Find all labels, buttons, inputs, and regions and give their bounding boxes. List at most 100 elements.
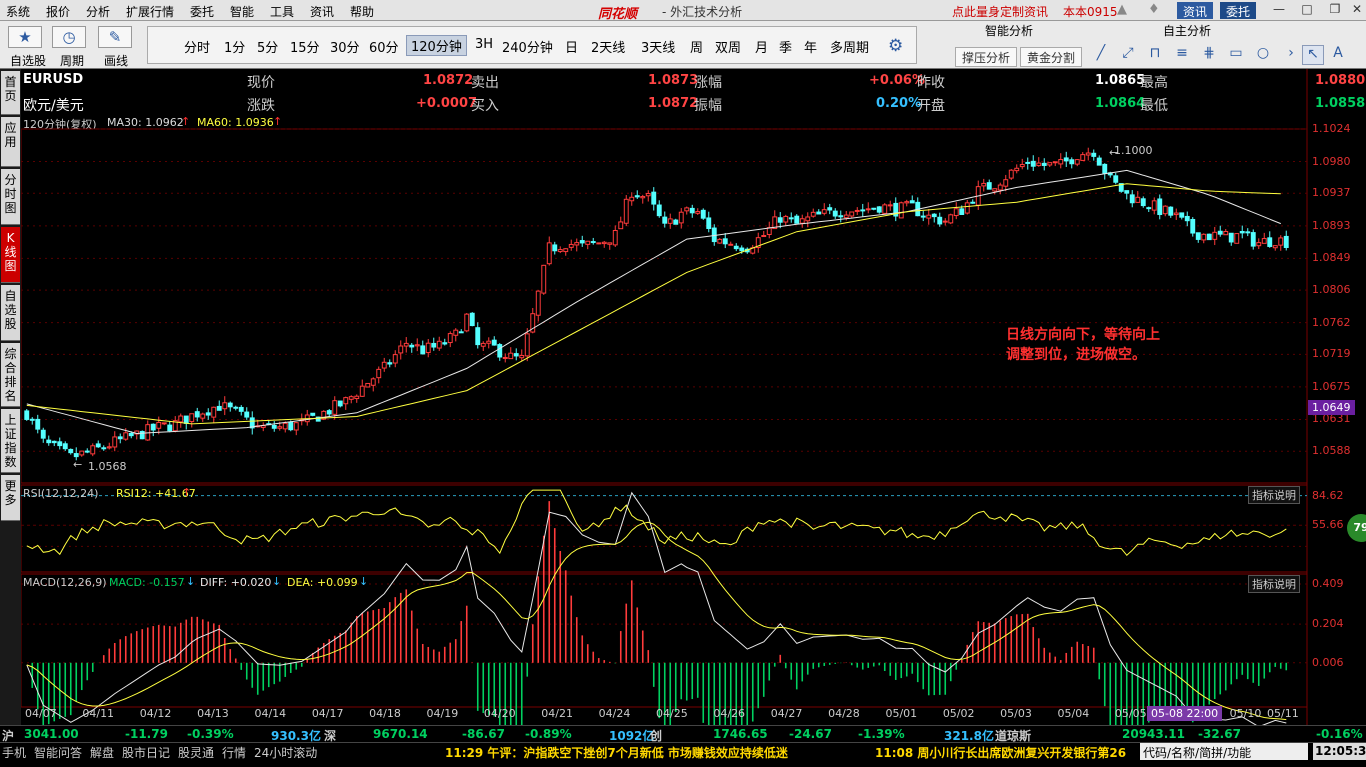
period-day[interactable]: 日: [565, 37, 578, 56]
tab-custom-analysis[interactable]: 自主分析: [1163, 22, 1211, 39]
period-1m[interactable]: 1分: [224, 37, 245, 56]
period-5m[interactable]: 5分: [257, 37, 278, 56]
candle-body: [425, 342, 431, 354]
candle-body: [1014, 167, 1020, 172]
menu-smart[interactable]: 智能: [230, 3, 254, 20]
period-multi[interactable]: 多周期: [830, 37, 869, 56]
rsi-up-arrow-icon: ↑: [182, 486, 192, 499]
menu-bar: 系统 报价 分析 扩展行情 委托 智能 工具 资讯 帮助 同花顺 - 外汇技术分…: [0, 0, 1366, 22]
unlock-link[interactable]: 解盘: [90, 744, 114, 761]
close-icon[interactable]: ✕: [1346, 2, 1366, 19]
candle-body: [904, 201, 910, 204]
diff-down-arrow-icon: ↓: [272, 575, 282, 588]
draw-label[interactable]: 画线: [104, 52, 128, 69]
menu-news[interactable]: 资讯: [310, 3, 334, 20]
macd-explain-button[interactable]: 指标说明: [1248, 575, 1300, 593]
restore-icon[interactable]: ❐: [1324, 2, 1346, 19]
sidebar-item-kline[interactable]: K线图: [1, 227, 20, 283]
candle-body: [535, 290, 541, 316]
date-tick-label: 05/02: [942, 707, 975, 720]
menu-quote[interactable]: 报价: [46, 3, 70, 20]
sidebar-item-more[interactable]: 更多: [1, 475, 20, 521]
support-resistance-button[interactable]: 撑压分析: [955, 47, 1018, 67]
period-120m[interactable]: 120分钟: [406, 35, 467, 56]
golden-section-button[interactable]: 黄金分割: [1020, 47, 1083, 67]
period-240m[interactable]: 240分钟: [502, 37, 553, 56]
period-month[interactable]: 月: [755, 37, 768, 56]
trade-button[interactable]: 委托: [1220, 2, 1257, 19]
candle-body: [392, 354, 398, 364]
mobile-link[interactable]: 手机: [2, 744, 26, 761]
sh-pct: -0.39%: [187, 727, 234, 741]
candle-body: [612, 230, 618, 246]
period-week[interactable]: 周: [690, 37, 703, 56]
candle-body: [381, 361, 387, 369]
circle-tool-icon[interactable]: ○: [1252, 45, 1274, 65]
cursor-tool-icon[interactable]: ↖: [1302, 45, 1324, 65]
bell-icon[interactable]: ▲: [1117, 2, 1127, 17]
minimize-icon[interactable]: —: [1268, 2, 1290, 19]
menu-tools[interactable]: 工具: [270, 3, 294, 20]
smart-qa-link[interactable]: 智能问答: [34, 744, 82, 761]
gear-icon[interactable]: ⚙: [888, 36, 903, 56]
period-3h[interactable]: 3H: [475, 37, 493, 52]
tab-smart-analysis[interactable]: 智能分析: [985, 22, 1033, 39]
shirt-icon[interactable]: ♦: [1148, 2, 1160, 17]
menu-help[interactable]: 帮助: [350, 3, 374, 20]
news-button[interactable]: 资讯: [1177, 2, 1214, 19]
period-15m[interactable]: 15分: [290, 37, 320, 56]
text-tool-icon[interactable]: A: [1327, 45, 1349, 65]
scroll-24h-link[interactable]: 24小时滚动: [254, 744, 317, 761]
cycle-label[interactable]: 周期: [60, 52, 84, 69]
sidebar-item-shanghai-index[interactable]: 上证指数: [1, 409, 20, 473]
period-2week[interactable]: 双周: [715, 37, 741, 56]
channel-tool-icon[interactable]: ⋕: [1198, 45, 1220, 65]
favorites-label[interactable]: 自选股: [10, 52, 46, 69]
menu-extended[interactable]: 扩展行情: [126, 3, 174, 20]
period-season[interactable]: 季: [779, 37, 792, 56]
candle-body: [722, 238, 728, 245]
market-link[interactable]: 行情: [222, 744, 246, 761]
period-2day[interactable]: 2天线: [591, 37, 625, 56]
rectangle-tool-icon[interactable]: ▭: [1225, 45, 1247, 65]
custom-news-link[interactable]: 点此量身定制资讯: [952, 3, 1048, 20]
news-ticker-1[interactable]: 11:29 午评：沪指跌空下挫创7个月新低 市场赚钱效应持续低迷: [445, 744, 788, 761]
more-tools-icon[interactable]: ›: [1280, 45, 1302, 65]
stock-link[interactable]: 股灵通: [178, 744, 214, 761]
candle-body: [480, 342, 486, 347]
pen-icon[interactable]: ✎: [98, 26, 132, 48]
menu-trade[interactable]: 委托: [190, 3, 214, 20]
user-name[interactable]: 本本0915: [1063, 3, 1118, 20]
cy-change: -24.67: [789, 727, 832, 741]
candle-body: [161, 422, 167, 425]
maximize-icon[interactable]: □: [1296, 2, 1318, 19]
sidebar-item-home[interactable]: 首页: [1, 71, 20, 115]
candle-body: [447, 333, 453, 344]
line-tool-icon[interactable]: ╱: [1090, 45, 1112, 65]
kline-chart[interactable]: [21, 69, 1366, 726]
news-ticker-2[interactable]: 11:08 周小川行长出席欧洲复兴开发银行第26: [875, 744, 1137, 761]
ray-tool-icon[interactable]: ⊓: [1144, 45, 1166, 65]
period-tick[interactable]: 分时: [184, 37, 210, 56]
period-year[interactable]: 年: [804, 37, 817, 56]
candle-body: [1047, 162, 1053, 166]
cycle-clock-icon[interactable]: ◷: [52, 26, 86, 48]
sidebar-item-favorites[interactable]: 自选股: [1, 285, 20, 341]
menu-analysis[interactable]: 分析: [86, 3, 110, 20]
diary-link[interactable]: 股市日记: [122, 744, 170, 761]
sidebar-item-timeshare[interactable]: 分时图: [1, 169, 20, 225]
favorites-star-icon[interactable]: ★: [8, 26, 42, 48]
menu-system[interactable]: 系统: [6, 3, 30, 20]
sidebar-item-ranking[interactable]: 综合排名: [1, 343, 20, 407]
period-60m[interactable]: 60分: [369, 37, 399, 56]
segment-tool-icon[interactable]: ⤢: [1117, 45, 1139, 65]
candle-body: [1245, 231, 1251, 234]
parallel-tool-icon[interactable]: ≡: [1171, 45, 1193, 65]
period-3day[interactable]: 3天线: [641, 37, 675, 56]
code-search-input[interactable]: 代码/名称/简拼/功能: [1140, 743, 1308, 760]
rsi-explain-button[interactable]: 指标说明: [1248, 486, 1300, 504]
candle-body: [942, 220, 948, 223]
candle-body: [1008, 169, 1014, 179]
sidebar-item-apps[interactable]: 应用: [1, 117, 20, 167]
period-30m[interactable]: 30分: [330, 37, 360, 56]
